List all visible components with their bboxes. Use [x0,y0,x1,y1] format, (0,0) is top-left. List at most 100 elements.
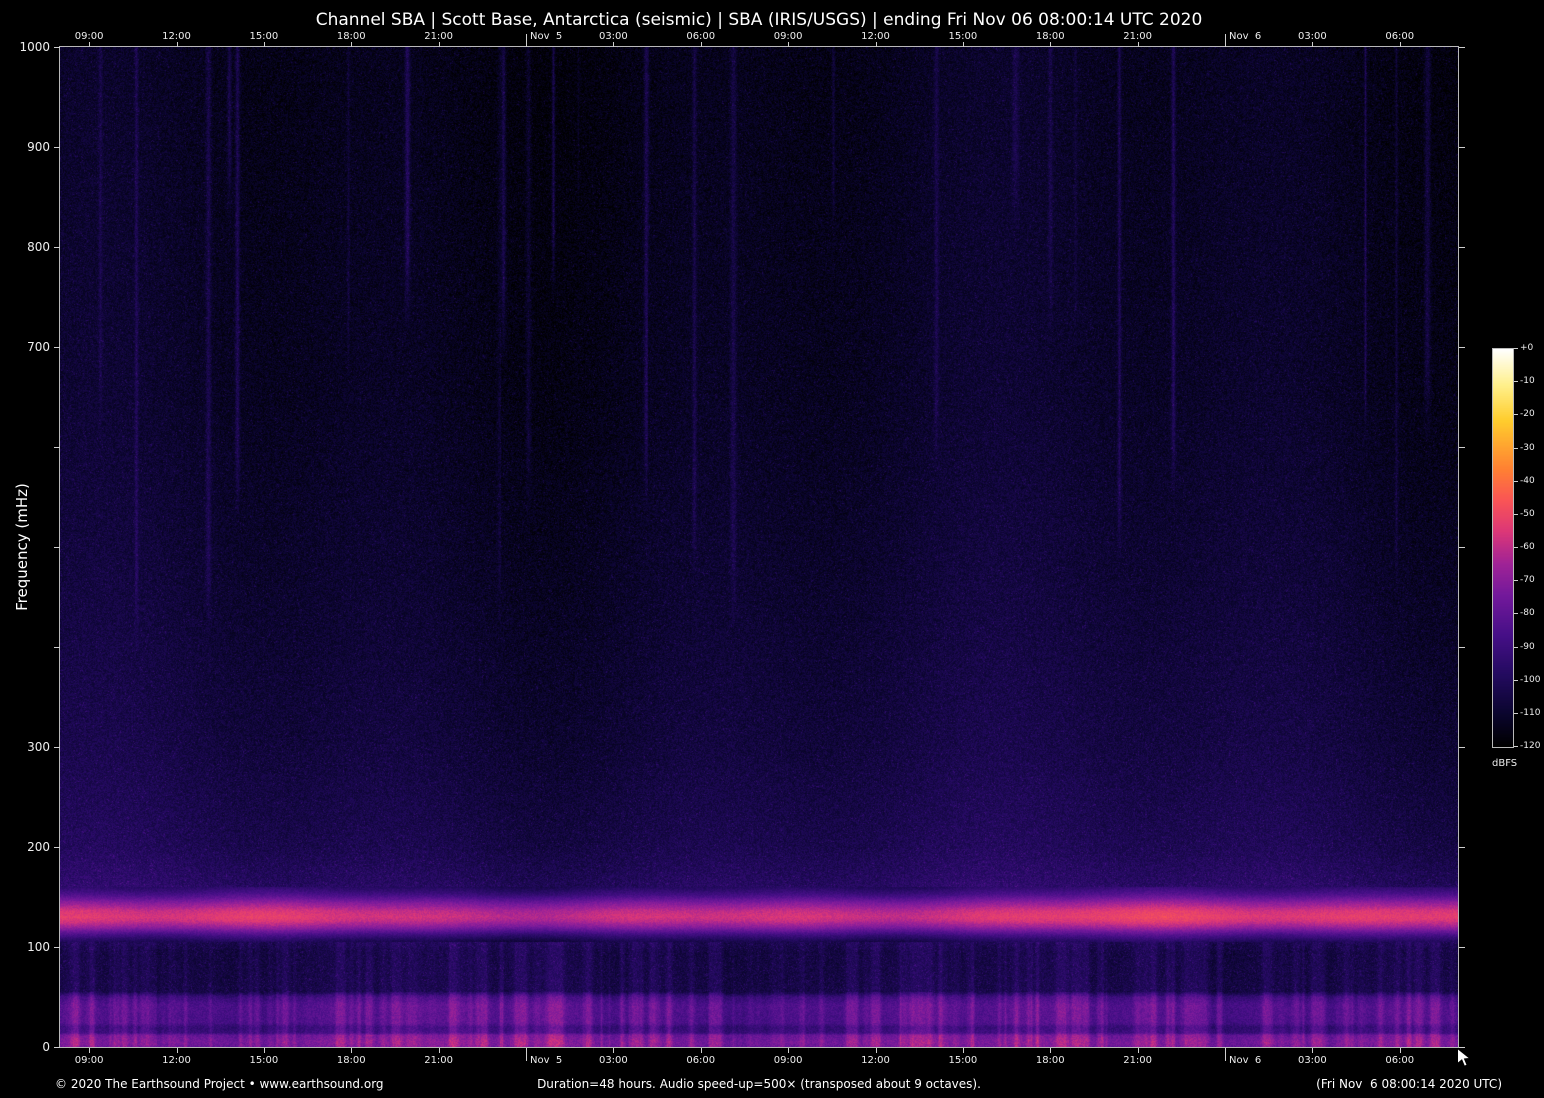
y-tick-label: 200 [27,840,50,854]
x-tick-label: Nov 6 [1229,1055,1262,1066]
x-tick [438,1048,440,1053]
x-tick-label: 09:00 [74,1055,104,1066]
x-tick-label: Nov 5 [530,1055,563,1066]
x-tick-label: Nov 5 [530,31,563,42]
footer-duration: Duration=48 hours. Audio speed-up=500× (… [537,1077,981,1091]
y-tick [1459,647,1465,648]
colorbar-tick-label: -70 [1520,575,1535,586]
y-tick [1459,247,1465,248]
x-tick-label: 18:00 [1035,31,1065,42]
colorbar-tick-label: -30 [1520,442,1535,453]
page: Channel SBA | Scott Base, Antarctica (se… [0,0,1544,1098]
x-tick-label: 03:00 [598,1055,628,1066]
mouse-cursor-icon [1457,1048,1471,1067]
y-tick [1459,747,1465,748]
x-tick [788,1048,790,1053]
x-tick-label: 12:00 [861,1055,890,1066]
x-tick-label: 18:00 [336,1055,366,1066]
colorbar-tick [1514,480,1518,482]
x-tick-label: 21:00 [424,31,454,42]
colorbar-tick-label: -40 [1520,475,1535,486]
x-tick-label: 06:00 [686,1055,716,1066]
x-tick-label: 06:00 [686,31,716,42]
colorbar-tick [1514,381,1518,383]
y-tick-label: 100 [27,940,50,954]
x-tick [1225,1048,1226,1061]
y-tick-label: 800 [27,240,50,254]
x-tick-label: 15:00 [948,31,978,42]
colorbar-tick-label: -100 [1520,674,1541,685]
colorbar-tick-label: -110 [1520,707,1541,718]
y-tick [1459,547,1465,548]
x-tick-label: 09:00 [773,1055,803,1066]
x-tick-label: 03:00 [598,31,628,42]
colorbar-gradient [1493,349,1513,747]
y-tick-label: 700 [27,340,50,354]
colorbar-unit-label: dBFS [1492,758,1518,769]
colorbar-tick [1514,679,1518,681]
x-tick-label: 18:00 [336,31,366,42]
y-tick [1459,347,1465,348]
colorbar-tick [1514,646,1518,648]
plot-area [59,46,1459,1048]
y-tick [1459,447,1465,448]
y-tick-label: 1000 [19,40,50,54]
colorbar-tick [1514,414,1518,416]
y-tick [1459,147,1465,148]
colorbar-tick [1514,712,1518,714]
x-tick [526,1048,527,1061]
x-tick [700,1048,702,1053]
x-tick-label: 21:00 [1123,1055,1153,1066]
x-tick [351,1048,353,1053]
y-tick [1459,47,1465,48]
x-tick-label: 12:00 [162,31,191,42]
colorbar [1492,348,1514,748]
x-tick-label: 09:00 [773,31,803,42]
colorbar-tick-label: -120 [1520,741,1541,751]
y-tick [1459,947,1465,948]
x-tick-label: 18:00 [1035,1055,1065,1066]
x-tick-label: 12:00 [861,31,890,42]
x-tick [962,1048,964,1053]
y-tick [1459,847,1465,848]
x-tick [89,1048,91,1053]
x-tick [613,1048,615,1053]
y-tick-label: 0 [42,1040,50,1054]
x-tick-label: 15:00 [249,1055,279,1066]
colorbar-tick-label: -90 [1520,641,1535,652]
frequency-axis-label: Frequency (mHz) [13,483,31,611]
y-tick-label: 900 [27,140,50,154]
x-tick-label: 06:00 [1385,31,1415,42]
colorbar-tick [1514,513,1518,515]
footer-timestamp: (Fri Nov 6 08:00:14 2020 UTC) [1316,1077,1502,1091]
x-tick-label: 15:00 [249,31,279,42]
spectrogram-canvas [60,47,1458,1047]
x-tick-label: 03:00 [1297,31,1327,42]
colorbar-tick [1514,547,1518,548]
x-tick-label: Nov 6 [1229,31,1262,42]
colorbar-tick [1514,348,1518,349]
y-tick-label: 300 [27,740,50,754]
x-tick [263,1048,265,1053]
colorbar-tick-label: -80 [1520,608,1535,619]
x-tick-label: 15:00 [948,1055,978,1066]
x-tick [176,1048,178,1053]
colorbar-tick [1514,746,1518,747]
x-tick [1137,1048,1139,1053]
x-tick-label: 06:00 [1385,1055,1415,1066]
x-tick-label: 03:00 [1297,1055,1327,1066]
colorbar-tick [1514,580,1518,582]
colorbar-tick [1514,447,1518,449]
x-tick-label: 12:00 [162,1055,191,1066]
x-tick [875,1048,877,1053]
colorbar-tick [1514,613,1518,615]
x-tick-label: 21:00 [1123,31,1153,42]
colorbar-tick-label: -20 [1520,409,1535,420]
x-tick [1312,1048,1314,1053]
x-tick [1050,1048,1052,1053]
colorbar-tick-label: -10 [1520,376,1535,387]
chart-title: Channel SBA | Scott Base, Antarctica (se… [315,10,1203,30]
colorbar-tick-label: -50 [1520,508,1535,519]
x-tick-label: 09:00 [74,31,104,42]
colorbar-tick-label: -60 [1520,542,1535,552]
